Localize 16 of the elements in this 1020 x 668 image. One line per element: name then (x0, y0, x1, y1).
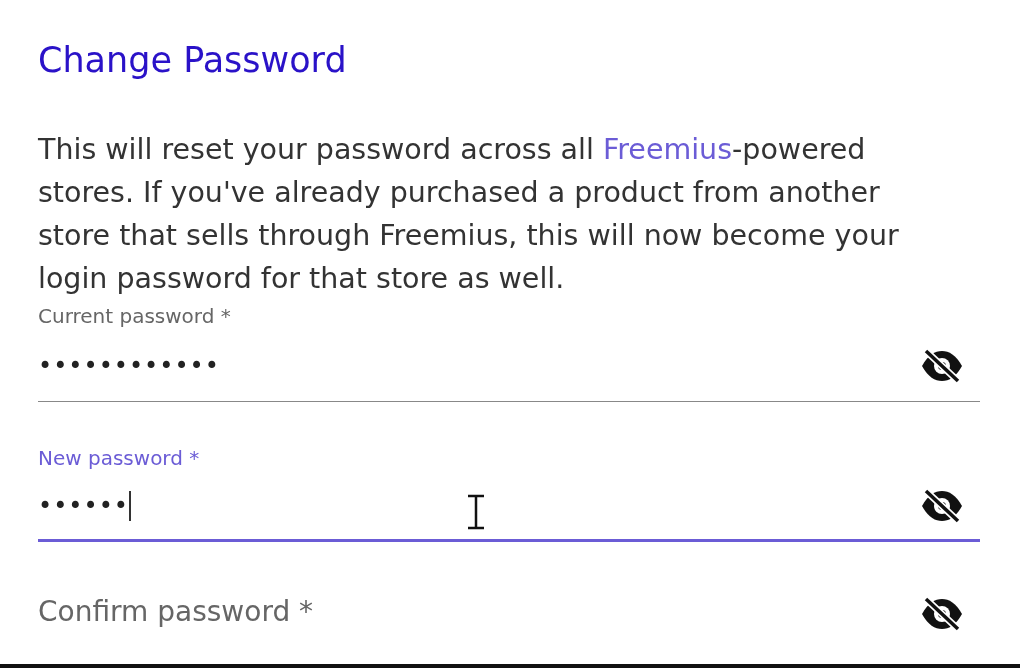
password-dots: •••••• (38, 491, 129, 520)
page-title: Change Password (38, 39, 348, 82)
field-label: Current password * (38, 303, 232, 330)
intro-paragraph: This will reset your password across all Freemius-powered stores. If you've already purchased a product from another store that sells through Freemius, this will now become your login password for that store as well. (38, 132, 900, 297)
hidden-eye-icon[interactable] (920, 487, 964, 524)
freemius-link[interactable]: Freemius (602, 133, 733, 166)
password-field[interactable]: •••••• (38, 472, 980, 542)
field-label: New password * (38, 445, 201, 472)
text-caret (128, 490, 131, 521)
password-field[interactable]: •••••••••••• (38, 330, 980, 402)
password-field[interactable]: Confirm password * (38, 572, 980, 632)
text-cursor-icon (465, 494, 487, 530)
password-dots: •••••••••••• (38, 351, 220, 380)
hidden-eye-icon[interactable] (920, 596, 964, 632)
hidden-eye-icon[interactable] (920, 347, 964, 384)
field-placeholder: Confirm password * (38, 594, 314, 630)
